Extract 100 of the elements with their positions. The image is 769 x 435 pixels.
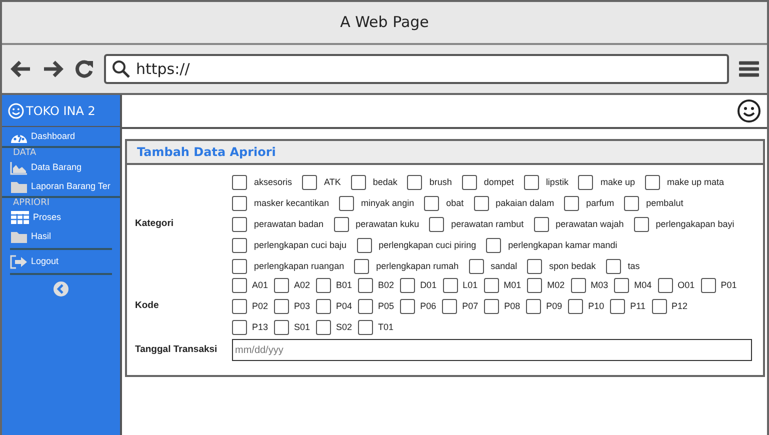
checkbox[interactable] — [232, 278, 247, 293]
checkbox-label: pembalut — [646, 196, 684, 210]
checkbox-label: P10 — [588, 300, 604, 313]
checkbox-label: S02 — [336, 320, 352, 334]
checkbox-label: perlengkapan kamar mandi — [508, 238, 618, 252]
checkbox[interactable] — [339, 196, 354, 211]
checkbox-label: P03 — [294, 300, 310, 313]
checkbox[interactable] — [484, 278, 499, 293]
checkbox[interactable] — [700, 278, 716, 293]
date-field[interactable]: mm/dd/yyy — [232, 339, 752, 361]
checkbox[interactable] — [634, 217, 649, 232]
checkbox-label: M03 — [590, 278, 608, 292]
section-label: APRIORI — [2, 196, 120, 208]
checkbox-label: make up mata — [666, 176, 724, 189]
field-label: Kode — [135, 299, 160, 314]
checkbox[interactable] — [486, 238, 502, 253]
checkbox[interactable] — [354, 259, 370, 274]
checkbox[interactable] — [606, 259, 621, 274]
address-field[interactable]: https:// — [104, 54, 729, 84]
checkbox[interactable] — [462, 175, 477, 190]
menu-icon[interactable] — [739, 60, 759, 78]
checkbox-label: P11 — [630, 300, 646, 313]
checkbox[interactable] — [624, 196, 640, 211]
checkbox[interactable] — [474, 196, 489, 211]
checkbox-label: perawatan kuku — [356, 218, 420, 231]
area-chart-icon — [10, 160, 28, 174]
checkbox[interactable] — [274, 320, 290, 335]
checkbox-label: brush — [429, 176, 452, 189]
checkbox[interactable] — [610, 299, 626, 314]
checkbox-label: O01 — [678, 278, 695, 292]
smiley-icon — [8, 102, 24, 118]
checkbox-label: D01 — [420, 278, 437, 292]
checkbox[interactable] — [400, 299, 416, 314]
checkbox[interactable] — [652, 299, 666, 314]
forward-icon[interactable] — [42, 60, 64, 78]
checkbox[interactable] — [527, 259, 542, 274]
checkbox[interactable] — [274, 278, 290, 293]
checkbox[interactable] — [527, 278, 542, 293]
checkbox[interactable] — [334, 217, 349, 232]
checkbox-label: P04 — [336, 300, 352, 313]
checkbox[interactable] — [232, 217, 247, 232]
field-label: Kategori — [135, 217, 175, 232]
checkbox[interactable] — [534, 217, 549, 232]
checkbox[interactable] — [424, 196, 440, 211]
checkbox-label: P07 — [462, 300, 478, 313]
checkbox-label: P09 — [546, 300, 562, 313]
checkbox[interactable] — [484, 299, 500, 314]
checkbox[interactable] — [316, 278, 332, 293]
checkbox-label: T01 — [378, 320, 394, 334]
checkbox[interactable] — [316, 299, 332, 314]
checkbox[interactable] — [358, 278, 374, 293]
checkbox[interactable] — [568, 299, 584, 314]
checkbox[interactable] — [400, 278, 416, 293]
checkbox[interactable] — [302, 175, 318, 190]
checkbox[interactable] — [442, 299, 458, 314]
folder-icon — [10, 180, 28, 194]
checkbox[interactable] — [429, 217, 444, 232]
checkbox[interactable] — [526, 299, 542, 314]
checkbox-label: P13 — [252, 320, 268, 334]
checkbox[interactable] — [232, 238, 247, 253]
sidebar-item[interactable]: Data Barang — [2, 158, 120, 177]
checkbox[interactable] — [358, 299, 374, 314]
checkbox[interactable] — [356, 238, 372, 253]
checkbox[interactable] — [564, 196, 580, 211]
checkbox[interactable] — [407, 175, 422, 190]
sidebar-item[interactable]: Logout — [2, 252, 120, 271]
checkbox-label: perlengkapan rumah — [376, 260, 459, 273]
back-icon[interactable] — [10, 60, 32, 78]
checkbox-label: spon bedak — [549, 260, 596, 273]
folder-icon — [10, 230, 28, 244]
checkbox[interactable] — [358, 320, 374, 335]
checkbox-label: pakaian dalam — [496, 196, 554, 210]
checkbox[interactable] — [350, 175, 366, 190]
checkbox[interactable] — [570, 278, 586, 293]
checkbox-label: perlengkapan cuci baju — [254, 238, 347, 252]
checkbox[interactable] — [232, 259, 247, 274]
sidebar-item[interactable]: Dashboard — [2, 127, 120, 146]
checkbox[interactable] — [316, 320, 332, 335]
collapse-icon[interactable] — [53, 281, 69, 297]
checkbox[interactable] — [232, 196, 247, 211]
checkbox[interactable] — [658, 278, 673, 293]
checkbox-label: A01 — [252, 278, 268, 292]
logout-icon — [10, 254, 28, 268]
field-label: Tanggal Transaksi — [135, 342, 218, 357]
checkbox[interactable] — [442, 278, 458, 293]
checkbox[interactable] — [232, 175, 247, 190]
checkbox[interactable] — [232, 320, 247, 335]
checkbox-label: perawatan badan — [254, 218, 324, 231]
checkbox[interactable] — [614, 278, 630, 293]
sidebar-item[interactable]: Hasil — [2, 227, 120, 246]
sidebar-item[interactable]: Proses — [2, 208, 120, 227]
checkbox[interactable] — [524, 175, 539, 190]
checkbox[interactable] — [578, 175, 594, 190]
reload-icon[interactable] — [74, 59, 94, 79]
checkbox[interactable] — [274, 299, 290, 314]
sidebar-item[interactable]: Laporan Barang Ter — [2, 177, 120, 196]
checkbox[interactable] — [232, 299, 247, 314]
checkbox[interactable] — [468, 259, 484, 274]
checkbox-label: S01 — [294, 320, 310, 334]
checkbox[interactable] — [644, 175, 660, 190]
